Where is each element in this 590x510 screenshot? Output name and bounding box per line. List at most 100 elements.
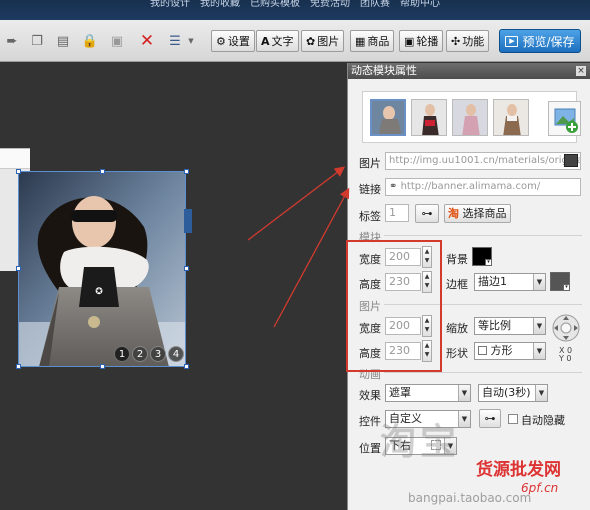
- resize-handle[interactable]: [16, 364, 21, 369]
- shape-select[interactable]: 方形 ▼: [474, 342, 546, 360]
- forward-icon[interactable]: ➨: [3, 32, 21, 50]
- taobao-icon: 淘: [448, 207, 459, 220]
- gear-icon: ⚙: [216, 34, 226, 48]
- zoom-select-value: 等比例: [478, 319, 511, 332]
- resize-handle[interactable]: [184, 266, 189, 271]
- image-width-input[interactable]: 200: [385, 317, 421, 335]
- image-width-label: 宽度: [359, 322, 381, 335]
- control-style-button[interactable]: ⊶: [479, 409, 501, 428]
- tag-input[interactable]: 1: [385, 204, 409, 222]
- image-width-stepper[interactable]: ▲ ▼: [422, 315, 432, 337]
- image-height-stepper[interactable]: ▲ ▼: [422, 340, 432, 362]
- shape-label: 形状: [446, 347, 468, 360]
- resize-handle[interactable]: [16, 266, 21, 271]
- module-height-stepper[interactable]: ▲ ▼: [422, 271, 432, 293]
- bg-color-swatch[interactable]: ▾: [472, 247, 492, 266]
- select-goods-label: 选择商品: [462, 207, 507, 220]
- select-goods-button[interactable]: 淘 选择商品: [444, 204, 511, 223]
- slide-dot[interactable]: 3: [150, 346, 166, 362]
- thumbnail[interactable]: [411, 99, 447, 136]
- thumbnail-image: [372, 101, 404, 134]
- shape-select-value: 方形: [490, 344, 513, 357]
- nav-item[interactable]: 帮助中心: [400, 0, 440, 9]
- module-height-input[interactable]: 230: [385, 273, 421, 291]
- resize-handle[interactable]: [184, 169, 189, 174]
- module-scroll-tab[interactable]: [184, 209, 192, 233]
- thumbnail[interactable]: [370, 99, 406, 136]
- nav-item[interactable]: 我的收藏: [200, 0, 240, 9]
- chevron-down-icon: ▼: [533, 274, 545, 290]
- resize-handle[interactable]: [184, 364, 189, 369]
- add-image-button[interactable]: [548, 101, 581, 136]
- close-icon[interactable]: ×: [576, 66, 586, 76]
- auto-hide-checkbox[interactable]: [508, 414, 518, 424]
- preview-save-button[interactable]: ▶ 预览/保存: [499, 29, 581, 53]
- chevron-down-icon: ▼: [533, 318, 545, 334]
- module-group-label: 模块: [359, 231, 381, 244]
- resize-handle[interactable]: [16, 169, 21, 174]
- carousel-icon: ▣: [404, 34, 415, 48]
- slide-dot[interactable]: 2: [132, 346, 148, 362]
- panel-title: 动态模块属性: [348, 63, 590, 79]
- chevron-down-icon: ▼: [535, 385, 547, 401]
- module-header: [0, 149, 30, 169]
- tag-style-icon: ⊶: [421, 207, 433, 220]
- nav-item[interactable]: 已购买模板: [250, 0, 300, 9]
- square-icon: [478, 346, 487, 355]
- chevron-down-icon: ▾: [563, 284, 570, 291]
- border-color-swatch[interactable]: ▾: [550, 272, 570, 291]
- thumbnail[interactable]: [452, 99, 488, 136]
- image-height-value: 230: [389, 344, 410, 357]
- lock-icon[interactable]: 🔒: [81, 32, 99, 50]
- nav-item[interactable]: 免费活动: [310, 0, 350, 9]
- image-button[interactable]: ✿ 图片: [301, 30, 345, 52]
- module-width-stepper[interactable]: ▲ ▼: [422, 246, 432, 268]
- goods-button[interactable]: ▦ 商品: [350, 30, 395, 52]
- nav-item[interactable]: 我的设计: [150, 0, 190, 9]
- carousel-button[interactable]: ▣ 轮播: [399, 30, 444, 52]
- image-picker-icon[interactable]: [564, 154, 578, 167]
- position-pad-icon[interactable]: [551, 313, 581, 343]
- effect-select[interactable]: 遮罩 ▼: [385, 384, 471, 402]
- resize-handle[interactable]: [100, 169, 105, 174]
- effect-label: 效果: [359, 389, 381, 402]
- module-width-input[interactable]: 200: [385, 248, 421, 266]
- function-label: 功能: [462, 35, 485, 48]
- top-menu: 我的设计 我的收藏 已购买模板 免费活动 团队赛 帮助中心: [150, 0, 440, 9]
- bg-label: 背景: [446, 253, 468, 266]
- function-button[interactable]: ✣ 功能: [446, 30, 490, 52]
- thumbnail[interactable]: [493, 99, 529, 136]
- slide-indicators: 1 2 3 4: [114, 346, 184, 362]
- border-select[interactable]: 描边1 ▼: [474, 273, 546, 291]
- nav-item[interactable]: 团队赛: [360, 0, 390, 9]
- module-height-value: 230: [389, 275, 410, 288]
- image-height-input[interactable]: 230: [385, 342, 421, 360]
- text-icon: A: [261, 34, 270, 48]
- resize-handle[interactable]: [100, 364, 105, 369]
- slide-dot[interactable]: 4: [168, 346, 184, 362]
- unlock-icon[interactable]: ▣: [108, 32, 126, 50]
- panel-title-text: 动态模块属性: [351, 64, 417, 77]
- align-dropdown-icon[interactable]: ▼: [182, 32, 200, 50]
- image-thumbnails: [362, 91, 581, 143]
- slide-dot[interactable]: 1: [114, 346, 130, 362]
- settings-label: 设置: [227, 35, 250, 48]
- link-url-input[interactable]: ⚭ http://banner.alimama.com/: [385, 178, 581, 196]
- text-button[interactable]: A 文字: [256, 30, 299, 52]
- image-url-input[interactable]: http://img.uu1001.cn/materials/original: [385, 152, 581, 170]
- timing-select[interactable]: 自动(3秒) ▼: [478, 384, 548, 402]
- tag-style-button[interactable]: ⊶: [415, 204, 439, 223]
- thumbnail-image: [412, 100, 446, 135]
- anim-group-label: 动画: [359, 368, 381, 381]
- function-icon: ✣: [451, 34, 461, 48]
- goods-label: 商品: [367, 35, 390, 48]
- copy-icon[interactable]: ❐: [28, 32, 46, 50]
- settings-button[interactable]: ⚙ 设置: [211, 30, 255, 52]
- paste-icon[interactable]: ▤: [54, 32, 72, 50]
- module-width-value: 200: [389, 250, 410, 263]
- watermark-logo: 淘宝: [380, 422, 461, 463]
- zoom-select[interactable]: 等比例 ▼: [474, 317, 546, 335]
- link-label: 链接: [359, 183, 381, 196]
- link-icon: ⚭: [389, 181, 398, 192]
- delete-icon[interactable]: ✕: [138, 31, 156, 51]
